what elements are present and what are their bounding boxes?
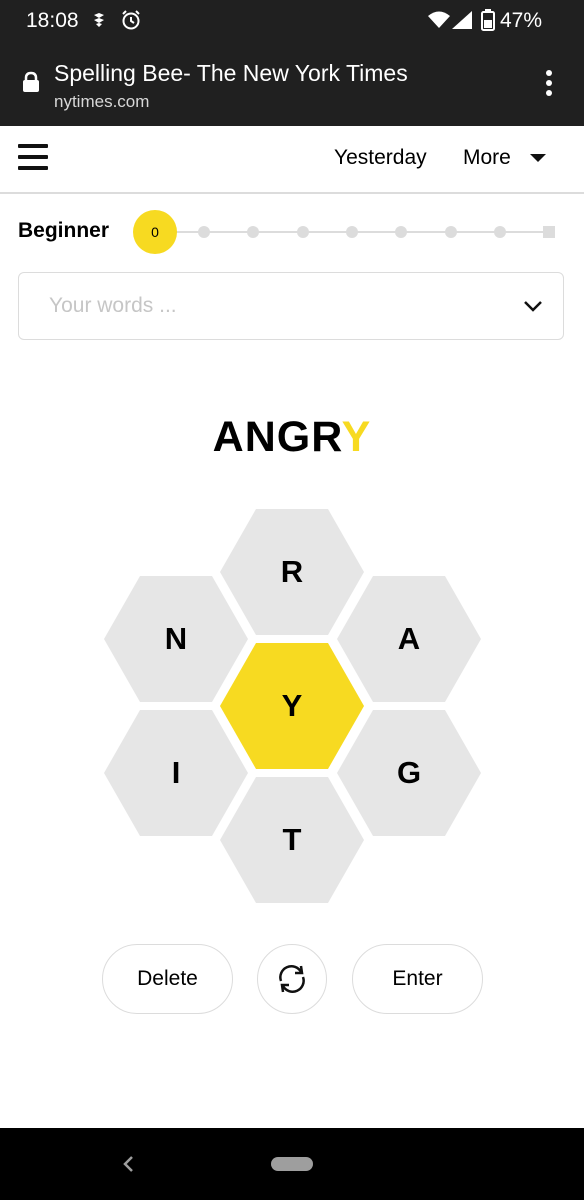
system-navigation-bar [0,1128,584,1200]
status-bar: 18:08 47% [0,0,584,42]
wifi-icon [428,11,450,34]
progress-dot [494,226,506,238]
back-icon[interactable] [121,1155,135,1178]
word-list-dropdown[interactable]: Your words ... [18,272,564,340]
signal-icon [452,11,472,34]
shuffle-button[interactable] [257,944,327,1014]
shuffle-icon [274,961,310,997]
current-word-input: ANGRY [0,413,584,462]
progress-dot [346,226,358,238]
hive-cell-bottom[interactable]: T [220,777,364,903]
current-word-prefix: ANGR [212,413,342,461]
score-indicator: 0 [133,210,177,254]
progress-dot [297,226,309,238]
progress-dot [198,226,210,238]
progress-dot [395,226,407,238]
current-word-center-letter: Y [341,413,372,461]
delete-button-label: Delete [137,967,198,990]
hamburger-menu-icon[interactable] [18,144,48,170]
enter-button[interactable]: Enter [352,944,483,1014]
progress-final-marker [543,226,555,238]
browser-url[interactable]: nytimes.com [54,92,149,112]
more-menu-button[interactable]: More [463,146,511,170]
home-pill[interactable] [271,1157,313,1171]
browser-toolbar: Spelling Bee- The New York Times nytimes… [0,42,584,126]
word-list-placeholder: Your words ... [49,294,177,317]
battery-percentage: 47% [499,9,542,32]
progress-dot [247,226,259,238]
progress-dot [445,226,457,238]
site-header: Yesterday More [0,126,584,194]
enter-button-label: Enter [392,967,443,990]
status-time: 18:08 [26,9,79,32]
notification-icon [92,12,106,33]
rank-label: Beginner [18,219,110,242]
battery-icon [481,9,495,36]
hive-letter-bottom: T [282,822,302,857]
delete-button[interactable]: Delete [102,944,233,1014]
score-value: 0 [151,224,159,240]
caret-down-icon[interactable] [530,154,546,162]
lock-icon [22,71,40,98]
yesterday-link[interactable]: Yesterday [334,146,427,170]
alarm-icon [120,9,142,36]
chevron-down-icon[interactable] [522,295,544,322]
overflow-menu-icon[interactable] [539,68,559,98]
browser-page-title[interactable]: Spelling Bee- The New York Times [54,60,408,87]
